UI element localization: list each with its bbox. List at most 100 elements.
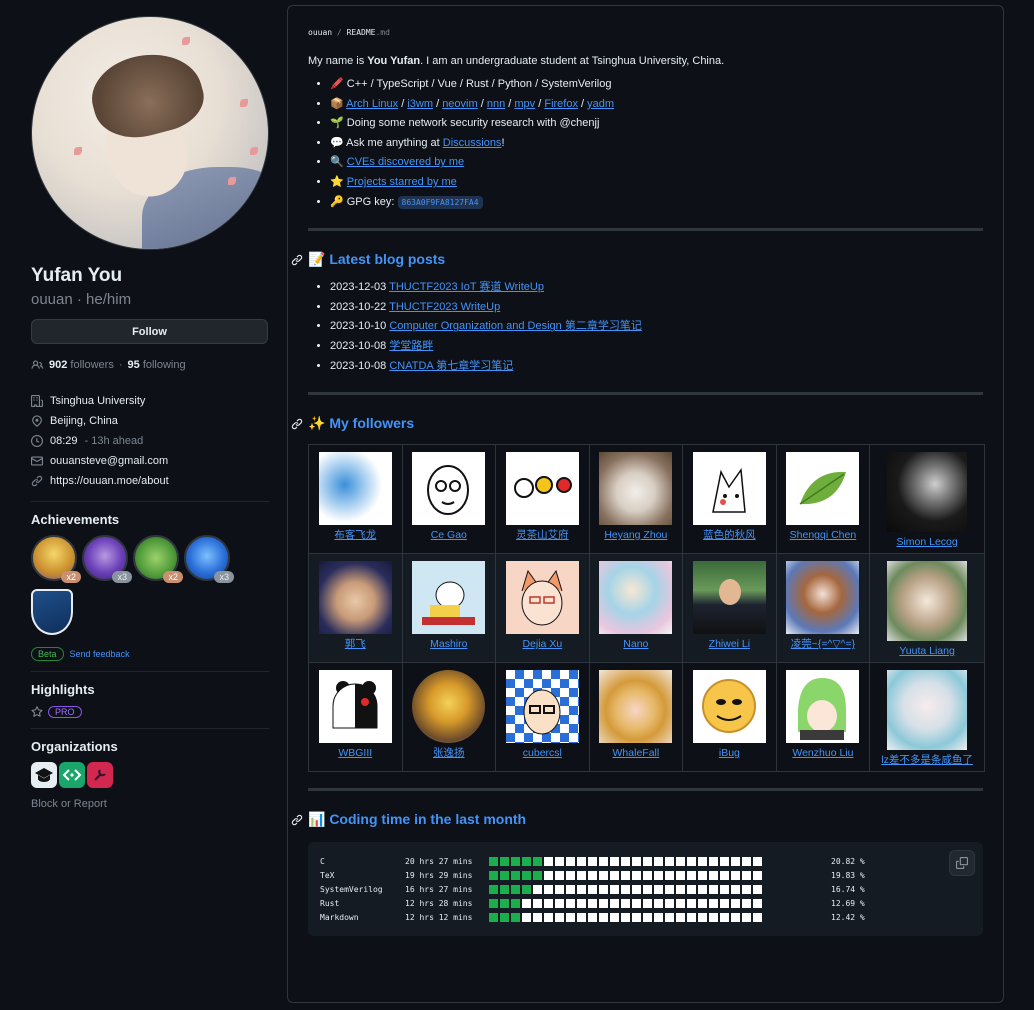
follower-cell[interactable]: Wenzhuo Liu (775, 662, 871, 773)
follower-avatar[interactable] (692, 452, 766, 526)
follower-avatar[interactable] (887, 561, 968, 642)
follower-name[interactable]: Ce Gao (407, 529, 492, 542)
follower-name[interactable]: cubercsl (500, 747, 585, 760)
projects-starred-link[interactable]: Projects starred by me (347, 176, 457, 188)
follower-cell[interactable]: 灵茶山艾府 (495, 444, 590, 555)
follower-name[interactable]: Dejia Xu (500, 638, 585, 651)
follower-avatar[interactable] (599, 670, 673, 744)
discussions-link[interactable]: Discussions (443, 137, 502, 149)
follower-cell[interactable]: 蓝色的秋风 (682, 444, 777, 555)
detail-text[interactable]: https://ouuan.moe/about (50, 475, 169, 487)
profile-avatar[interactable] (31, 16, 269, 250)
breadcrumb-file[interactable]: README (347, 28, 376, 37)
link-nnn[interactable]: nnn (487, 98, 505, 110)
follower-name[interactable]: Shengqi Chen (781, 529, 866, 542)
link-neovim[interactable]: neovim (442, 98, 477, 110)
follower-avatar[interactable] (786, 452, 860, 526)
follow-button[interactable]: Follow (31, 319, 268, 344)
follower-name[interactable]: WhaleFall (594, 747, 679, 760)
follower-cell[interactable]: Ce Gao (401, 444, 497, 555)
follower-name[interactable]: 布客飞龙 (313, 529, 398, 542)
follower-cell[interactable]: Dejia Xu (495, 553, 590, 664)
follower-cell[interactable]: WhaleFall (588, 662, 684, 773)
link-i3wm[interactable]: i3wm (407, 98, 433, 110)
achievement-badge-5[interactable] (31, 589, 73, 635)
follower-cell[interactable]: 郭飞 (308, 553, 403, 664)
follower-avatar[interactable] (412, 561, 486, 635)
follower-avatar[interactable] (318, 670, 392, 744)
org-avatar-1[interactable] (31, 762, 57, 788)
follower-name[interactable]: Simon Lecog (874, 536, 980, 549)
follower-avatar[interactable] (599, 561, 673, 635)
achievement-badge-3[interactable]: x2 (133, 535, 183, 583)
follower-cell[interactable]: iBug (682, 662, 777, 773)
follower-cell[interactable]: Heyang Zhou (588, 444, 684, 555)
achievements-title[interactable]: Achievements (31, 512, 269, 527)
follower-name[interactable]: Yuuta Liang (874, 645, 980, 658)
follower-avatar[interactable] (318, 561, 392, 635)
anchor-link-icon[interactable] (291, 418, 303, 430)
blog-post-link[interactable]: Computer Organization and Design 第二章学习笔记 (389, 320, 641, 332)
follower-name[interactable]: lz差不多是条咸鱼了 (874, 754, 980, 767)
follower-cell[interactable]: 张逸扬 (401, 662, 497, 773)
follower-avatar[interactable] (786, 561, 860, 635)
follower-name[interactable]: 郭飞 (313, 638, 398, 651)
follower-avatar[interactable] (412, 670, 486, 744)
blog-post-link[interactable]: THUCTF2023 WriteUp (389, 301, 500, 313)
anchor-link-icon[interactable] (291, 814, 303, 826)
detail-text[interactable]: ouuansteve@gmail.com (50, 455, 168, 467)
follower-cell[interactable]: cubercsl (495, 662, 590, 773)
follower-avatar[interactable] (692, 561, 766, 635)
achievement-badge-1[interactable]: x2 (31, 535, 81, 583)
follower-cell[interactable]: 凌莞~{=^▽^=} (775, 553, 871, 664)
breadcrumb-owner[interactable]: ouuan (308, 28, 332, 37)
following-link[interactable]: 95 following (128, 359, 186, 371)
link-arch-linux[interactable]: Arch Linux (346, 98, 398, 110)
follower-avatar[interactable] (887, 452, 968, 533)
block-or-report-link[interactable]: Block or Report (31, 798, 269, 810)
gpg-key-code[interactable]: 863A0F9FA8127FA4 (397, 195, 483, 209)
anchor-link-icon[interactable] (291, 254, 303, 266)
cves-link[interactable]: CVEs discovered by me (347, 156, 464, 168)
follower-cell[interactable]: 布客飞龙 (308, 444, 403, 555)
follower-cell[interactable]: Nano (588, 553, 684, 664)
follower-avatar[interactable] (786, 670, 860, 744)
follower-avatar[interactable] (412, 452, 486, 526)
org-avatar-3[interactable] (87, 762, 113, 788)
detail-website[interactable]: https://ouuan.moe/about (31, 471, 269, 491)
follower-name[interactable]: 灵茶山艾府 (500, 529, 585, 542)
follower-name[interactable]: iBug (687, 747, 772, 760)
follower-cell[interactable]: Yuuta Liang (869, 553, 985, 664)
follower-name[interactable]: Zhiwei Li (687, 638, 772, 651)
follower-name[interactable]: 张逸扬 (407, 747, 492, 760)
link-mpv[interactable]: mpv (514, 98, 535, 110)
follower-cell[interactable]: lz差不多是条咸鱼了 (869, 662, 985, 773)
achievement-badge-4[interactable]: x3 (184, 535, 234, 583)
follower-cell[interactable]: Zhiwei Li (682, 553, 777, 664)
link-yadm[interactable]: yadm (587, 98, 614, 110)
follower-avatar[interactable] (599, 452, 673, 526)
follower-name[interactable]: Nano (594, 638, 679, 651)
follower-name[interactable]: Mashiro (407, 638, 492, 651)
follower-cell[interactable]: Shengqi Chen (775, 444, 871, 555)
follower-avatar[interactable] (505, 452, 579, 526)
achievement-badge-2[interactable]: x3 (82, 535, 132, 583)
follower-name[interactable]: Wenzhuo Liu (781, 747, 866, 760)
follower-avatar[interactable] (318, 452, 392, 526)
follower-avatar[interactable] (505, 561, 579, 635)
link-firefox[interactable]: Firefox (544, 98, 578, 110)
follower-avatar[interactable] (887, 670, 968, 751)
blog-post-link[interactable]: 学堂路畔 (389, 340, 433, 352)
detail-email[interactable]: ouuansteve@gmail.com (31, 451, 269, 471)
follower-cell[interactable]: Simon Lecog (869, 444, 985, 555)
follower-avatar[interactable] (505, 670, 579, 744)
follower-name[interactable]: WBGIII (313, 747, 398, 760)
copy-button[interactable] (949, 850, 975, 877)
follower-name[interactable]: Heyang Zhou (594, 529, 679, 542)
follower-cell[interactable]: WBGIII (308, 662, 403, 773)
blog-post-link[interactable]: THUCTF2023 IoT 赛道 WriteUp (389, 281, 544, 293)
follower-name[interactable]: 蓝色的秋风 (687, 529, 772, 542)
followers-link[interactable]: 902 followers (49, 359, 114, 371)
blog-post-link[interactable]: CNATDA 第七章学习笔记 (389, 360, 513, 372)
follower-avatar[interactable] (692, 670, 766, 744)
